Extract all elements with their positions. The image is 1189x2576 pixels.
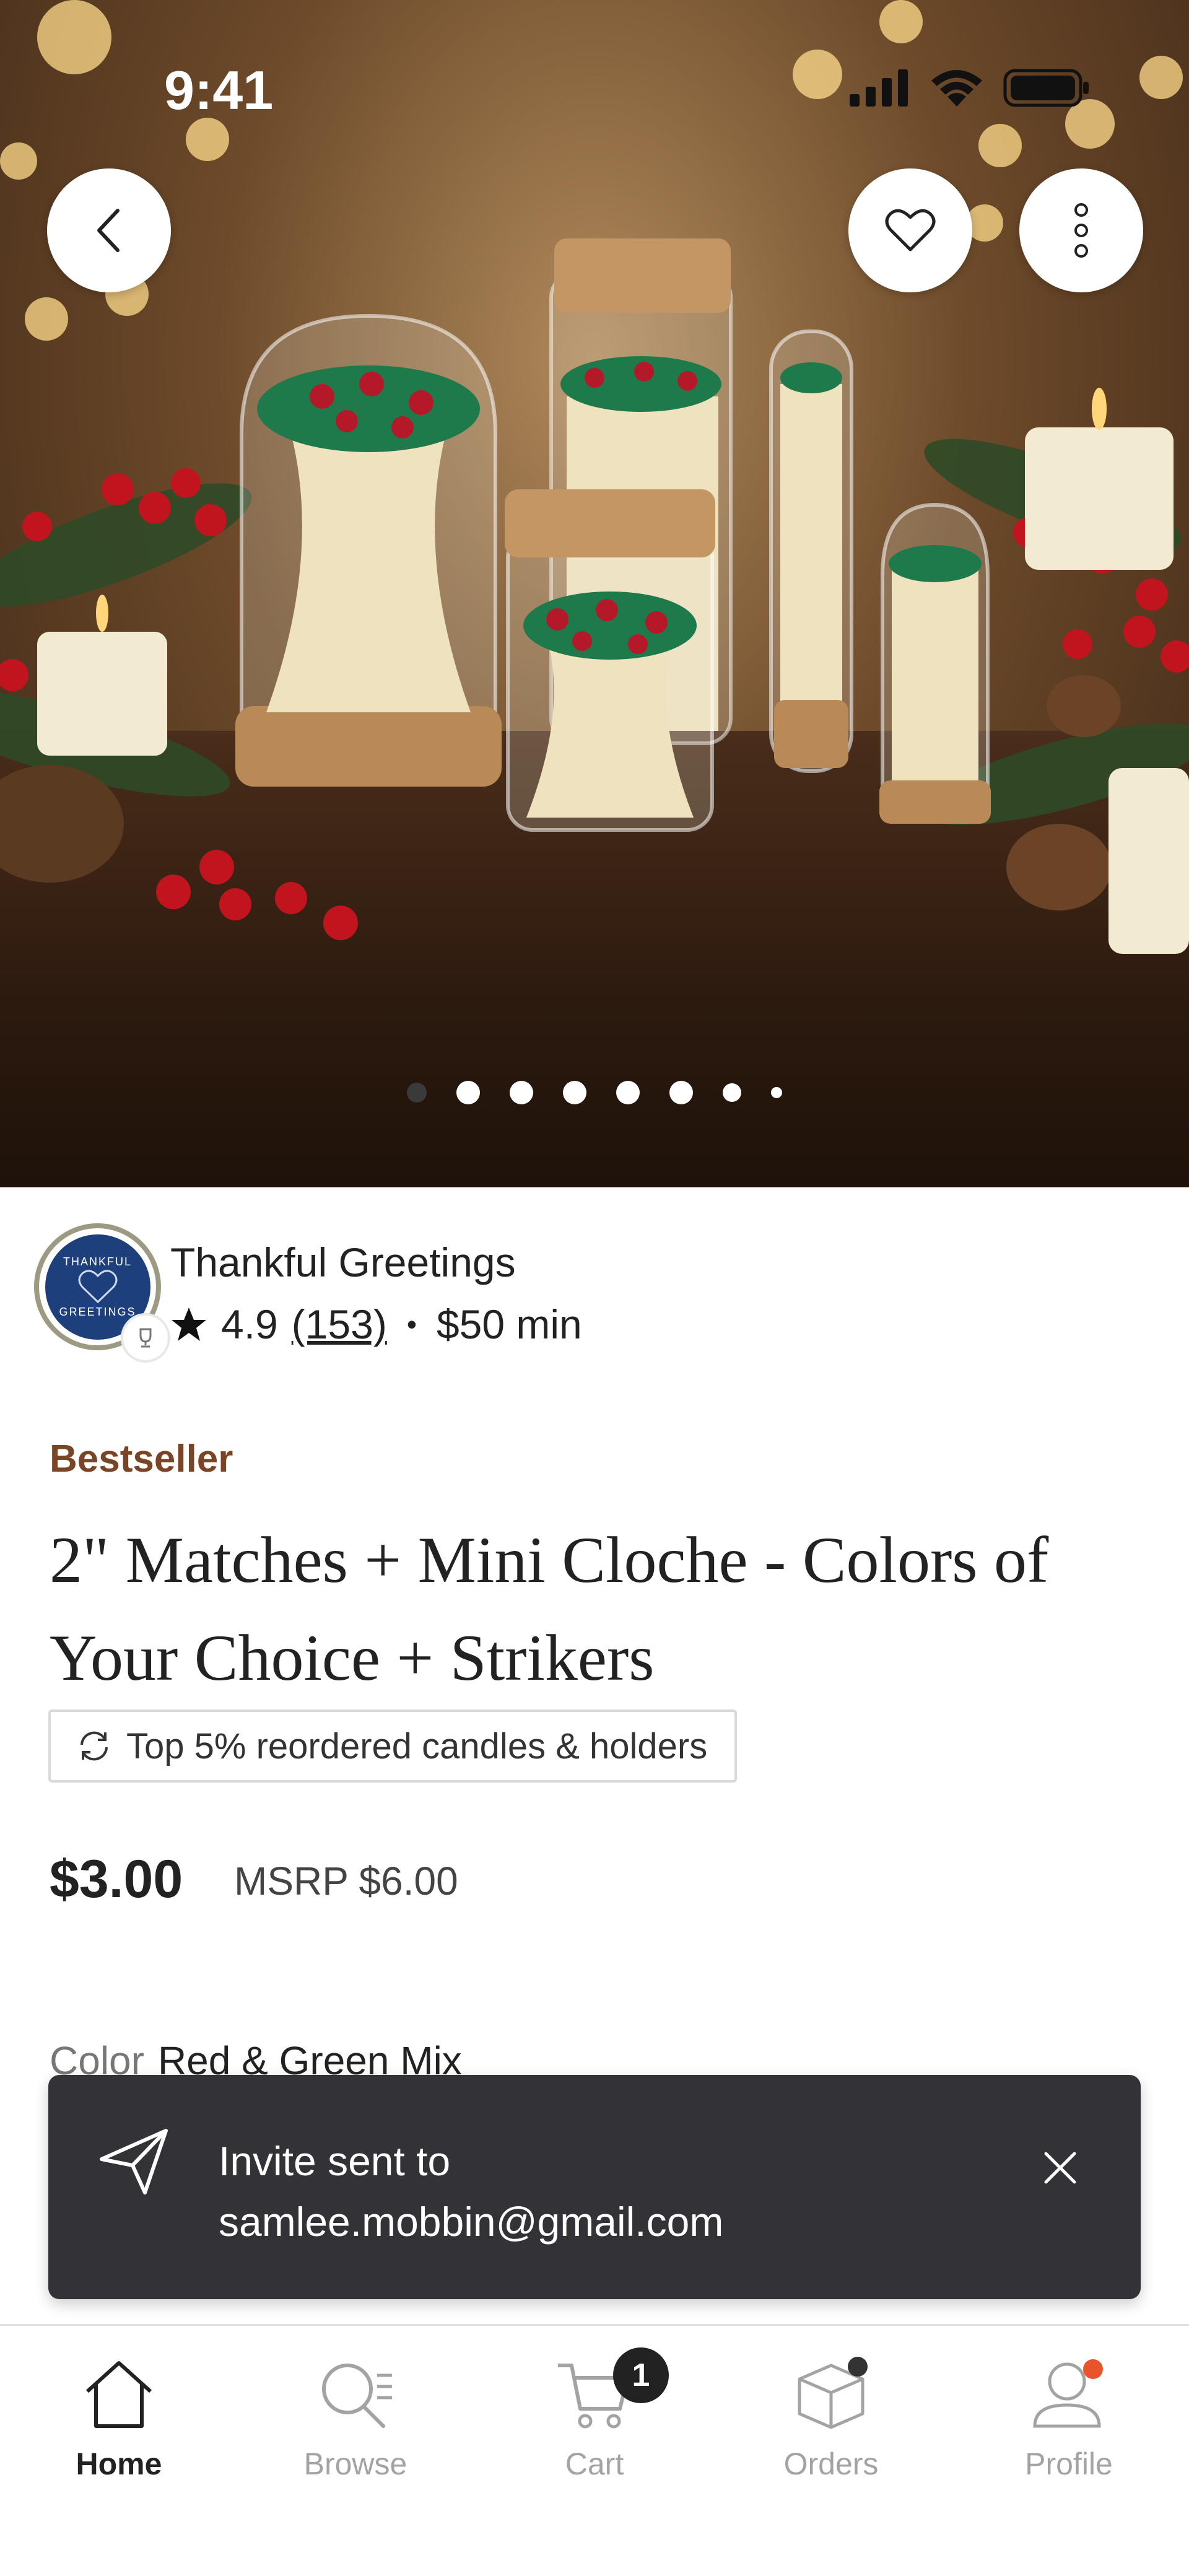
- carousel-pagination: [0, 1081, 1189, 1104]
- product-image-carousel[interactable]: 9:41: [0, 0, 1189, 1187]
- bottom-tab-bar: Home Browse 1 Cart Orders Profile: [0, 2324, 1189, 2576]
- trophy-icon: [139, 1328, 152, 1348]
- tab-label: Home: [76, 2447, 162, 2481]
- invite-sent-toast: Invite sent to samlee.mobbin@gmail.com: [48, 2075, 1141, 2299]
- shop-name[interactable]: Thankful Greetings: [170, 1239, 516, 1286]
- shop-rating: 4.9: [221, 1301, 278, 1347]
- close-icon: [1044, 2152, 1076, 2184]
- shop-minimum: $50 min: [436, 1301, 582, 1347]
- pagination-dot[interactable]: [510, 1081, 533, 1104]
- tab-browse[interactable]: Browse: [263, 2351, 448, 2482]
- profile-icon: [1033, 2359, 1103, 2428]
- reorder-badge: Top 5% reordered candles & holders: [48, 1709, 738, 1783]
- chevron-left-icon: [97, 209, 120, 252]
- status-icons: [848, 68, 1090, 108]
- product-msrp: MSRP $6.00: [234, 1859, 458, 1903]
- paper-plane-icon: [100, 2129, 168, 2194]
- more-options-button[interactable]: [1019, 168, 1143, 292]
- browse-icon: [322, 2364, 392, 2428]
- product-price: $3.00: [50, 1849, 183, 1909]
- reorder-badge-label: Top 5% reordered candles & holders: [126, 1726, 708, 1766]
- heart-icon: [885, 209, 936, 251]
- meta-separator: •: [406, 1308, 417, 1340]
- pagination-dot[interactable]: [616, 1081, 640, 1104]
- status-time: 9:41: [164, 59, 274, 121]
- favorite-button[interactable]: [848, 168, 972, 292]
- product-title: 2" Matches + Mini Cloche - Colors of You…: [50, 1524, 1049, 1694]
- tab-profile[interactable]: Profile: [976, 2351, 1162, 2482]
- pagination-dot[interactable]: [456, 1081, 480, 1104]
- cellular-signal-icon: [850, 69, 908, 107]
- pagination-dot[interactable]: [723, 1083, 741, 1102]
- wifi-icon: [931, 70, 982, 107]
- tab-home[interactable]: Home: [26, 2351, 212, 2482]
- shop-meta: 4.9 (153) • $50 min: [170, 1301, 582, 1348]
- battery-icon: [1003, 69, 1089, 107]
- matches-jars-illustration: [0, 238, 1189, 954]
- pagination-dot[interactable]: [563, 1081, 586, 1104]
- bestseller-badge: Bestseller: [50, 1438, 233, 1480]
- star-icon: [172, 1308, 206, 1341]
- heart-sunburst-icon: [78, 1269, 117, 1303]
- toast-line-1: Invite sent to: [219, 2138, 451, 2184]
- toast-message: Invite sent to samlee.mobbin@gmail.com: [219, 2131, 723, 2252]
- pagination-dot[interactable]: [771, 1087, 782, 1098]
- tab-label: Cart: [565, 2447, 624, 2481]
- tab-label: Orders: [783, 2447, 879, 2481]
- cart-count-badge: 1: [613, 2347, 669, 2403]
- tab-label: Browse: [303, 2447, 407, 2481]
- home-icon: [85, 2361, 152, 2428]
- shop-review-count[interactable]: (153): [292, 1301, 387, 1348]
- more-vertical-icon: [1074, 203, 1088, 258]
- back-button[interactable]: [47, 168, 171, 292]
- toast-close-button[interactable]: [1039, 2146, 1082, 2190]
- verified-badge: [121, 1313, 170, 1363]
- tab-label: Profile: [1025, 2447, 1113, 2481]
- toast-line-2: samlee.mobbin@gmail.com: [219, 2199, 724, 2245]
- tab-orders[interactable]: Orders: [738, 2351, 924, 2482]
- pagination-dot[interactable]: [407, 1083, 427, 1102]
- refresh-icon: [81, 1731, 108, 1761]
- pagination-dot[interactable]: [669, 1081, 693, 1104]
- tab-cart[interactable]: 1 Cart: [502, 2347, 687, 2482]
- orders-icon: [798, 2357, 868, 2429]
